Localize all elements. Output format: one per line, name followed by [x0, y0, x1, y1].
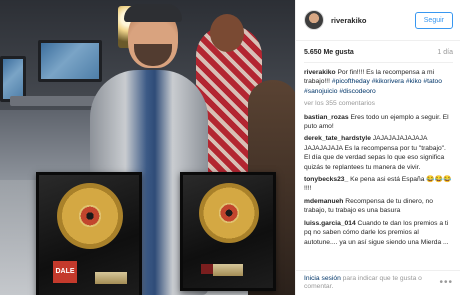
- login-link[interactable]: Inicia sesión: [304, 275, 341, 282]
- view-all-comments-link[interactable]: ver los 355 comentarios: [304, 99, 453, 108]
- likes-count[interactable]: 5.650 Me gusta: [304, 49, 354, 56]
- comment: derek_tate_hardstyle JAJAJAJAJAJAJA JAJA…: [304, 134, 453, 172]
- caption: riverakiko Por fin!!!! Es la recompensa …: [304, 68, 453, 96]
- comment-author[interactable]: mdemanueh: [304, 198, 343, 205]
- gold-record-disc: [57, 183, 123, 249]
- post-sidebar: riverakiko Seguir 5.650 Me gusta 1 día r…: [295, 0, 460, 295]
- studio-desk: [10, 96, 100, 106]
- post-footer: Inicia sesión para indicar que te gusta …: [296, 270, 460, 295]
- main-person-cap: [124, 4, 182, 22]
- comment-author[interactable]: bastian_rozas: [304, 114, 349, 121]
- comment-author[interactable]: tonybecks23_: [304, 176, 348, 183]
- hashtag[interactable]: #sanojuicio: [304, 88, 337, 95]
- username[interactable]: riverakiko: [331, 16, 415, 25]
- gold-record-disc: [199, 183, 259, 243]
- hashtag[interactable]: #discodeoro: [339, 88, 375, 95]
- hashtag[interactable]: #kiko: [406, 78, 422, 85]
- comment: luiss.garcia_014 Cuando te dan los premi…: [304, 219, 453, 247]
- follow-button[interactable]: Seguir: [414, 11, 453, 29]
- more-options-icon[interactable]: •••: [439, 278, 453, 288]
- login-prompt: Inicia sesión para indicar que te gusta …: [304, 275, 439, 291]
- gold-record-plaque-right: [180, 172, 276, 291]
- post-timestamp[interactable]: 1 día: [437, 49, 453, 56]
- comment: bastian_rozas Eres todo un ejemplo a seg…: [304, 113, 453, 132]
- post-photo[interactable]: DALE: [0, 0, 295, 295]
- caption-author[interactable]: riverakiko: [304, 69, 336, 76]
- instagram-post: DALE riverakiko Seguir 5.650 Me gusta 1 …: [0, 0, 460, 295]
- post-stats: 5.650 Me gusta 1 día: [296, 41, 460, 62]
- plaque-label: [95, 272, 127, 284]
- album-sticker: DALE: [53, 261, 77, 283]
- avatar[interactable]: [304, 10, 324, 30]
- hashtag[interactable]: #picoftheday: [332, 78, 370, 85]
- post-header: riverakiko Seguir: [296, 0, 460, 41]
- comment: tonybecks23_ Ke pena asi está España 😂😂😂…: [304, 175, 453, 194]
- comment-author[interactable]: luiss.garcia_014: [304, 220, 356, 227]
- hashtag[interactable]: #kikorivera: [372, 78, 404, 85]
- gold-record-plaque-left: DALE: [36, 172, 142, 295]
- plaque-label: [213, 264, 243, 276]
- comment-author[interactable]: derek_tate_hardstyle: [304, 135, 371, 142]
- comment: mdemanueh Recompensa de tu dinero, no tr…: [304, 197, 453, 216]
- hashtag[interactable]: #tatoo: [423, 78, 442, 85]
- album-mini-sticker: [201, 264, 213, 274]
- studio-monitor: [38, 40, 102, 82]
- comments-list[interactable]: riverakiko Por fin!!!! Es la recompensa …: [296, 63, 460, 280]
